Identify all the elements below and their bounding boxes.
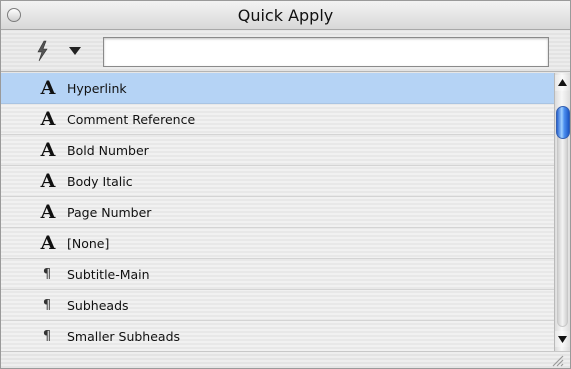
dropdown-arrow-icon[interactable]: [68, 45, 82, 57]
character-style-icon: A: [40, 201, 56, 223]
vertical-scrollbar[interactable]: [554, 73, 570, 351]
scroll-track[interactable]: [557, 113, 568, 327]
character-style-icon: A: [40, 77, 56, 99]
paragraph-style-icon: ¶: [42, 267, 52, 282]
character-style-icon: A: [40, 170, 56, 192]
list-item[interactable]: A Body Italic: [1, 166, 554, 197]
paragraph-style-icon: ¶: [42, 329, 52, 344]
list-item-label: Bold Number: [67, 143, 149, 158]
list-item[interactable]: ¶ Subtitle-Main: [1, 259, 554, 290]
scroll-down-arrow-icon[interactable]: [555, 331, 570, 347]
list-item-label: Comment Reference: [67, 112, 196, 127]
style-list: A Hyperlink A Comment Reference A Bold Number…: [1, 73, 554, 351]
character-style-icon: A: [40, 139, 56, 161]
list-item-label: Smaller Subheads: [67, 329, 181, 344]
list-item[interactable]: A Page Number: [1, 197, 554, 228]
list-item-label: Subtitle-Main: [67, 267, 150, 282]
list-item-label: Body Italic: [67, 174, 133, 189]
character-style-icon: A: [40, 108, 56, 130]
list-item[interactable]: A Comment Reference: [1, 104, 554, 135]
scroll-up-arrow-icon[interactable]: [555, 75, 570, 91]
quick-apply-panel: Quick Apply A Hyperlink A Comment Reference…: [0, 0, 571, 369]
window-title: Quick Apply: [237, 6, 334, 25]
list-item[interactable]: A Bold Number: [1, 135, 554, 166]
resize-grip-icon[interactable]: [550, 353, 565, 367]
list-item-label: Page Number: [67, 205, 152, 220]
scroll-thumb[interactable]: [556, 106, 570, 139]
lightning-bolt-icon[interactable]: [35, 40, 49, 62]
list-item-label: [None]: [67, 236, 110, 251]
character-style-icon: A: [40, 232, 56, 254]
toolbar: [1, 31, 570, 72]
list-item[interactable]: ¶ Subheads: [1, 290, 554, 321]
list-item[interactable]: ¶ Smaller Subheads: [1, 321, 554, 351]
list-item-label: Subheads: [67, 298, 129, 313]
bottom-bar: [1, 351, 570, 368]
list-item[interactable]: A [None]: [1, 228, 554, 259]
list-item[interactable]: A Hyperlink: [1, 73, 554, 104]
paragraph-style-icon: ¶: [42, 298, 52, 313]
title-bar[interactable]: Quick Apply: [1, 1, 570, 30]
list-item-label: Hyperlink: [67, 81, 127, 96]
search-input[interactable]: [103, 37, 549, 67]
